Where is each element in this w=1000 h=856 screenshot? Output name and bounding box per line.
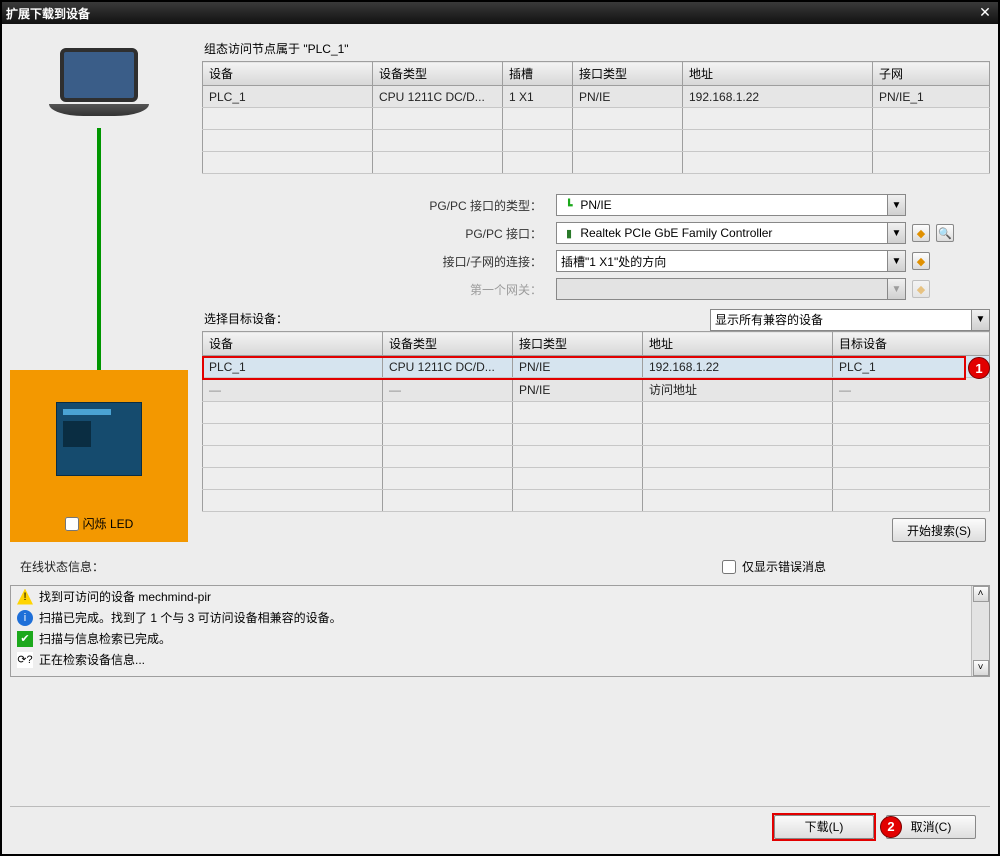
network-icon: ┗: [561, 197, 577, 213]
col-subnet[interactable]: 子网: [873, 62, 990, 86]
target-device-table: 设备 设备类型 接口类型 地址 目标设备 PLC_1 CPU 1211C DC/…: [202, 331, 990, 512]
table-row: [203, 152, 990, 174]
compat-filter-select[interactable]: 显示所有兼容的设备 ▼: [710, 309, 990, 331]
download-button[interactable]: 下载(L): [774, 815, 874, 839]
dialog-title: 扩展下载到设备: [6, 5, 90, 22]
warning-icon: !: [17, 589, 33, 605]
table-row: [203, 424, 990, 446]
info-icon: i: [17, 610, 33, 626]
chevron-down-icon: ▼: [971, 310, 989, 330]
flash-led-checkbox[interactable]: 闪烁 LED: [65, 515, 134, 532]
online-status-label: 在线状态信息：: [14, 548, 692, 579]
start-search-button[interactable]: 开始搜索(S): [892, 518, 986, 542]
table-row[interactable]: — — PN/IE 访问地址 —: [203, 378, 990, 402]
plc-icon: [56, 402, 142, 476]
check-icon: ✔: [17, 631, 33, 647]
col-device[interactable]: 设备: [203, 332, 383, 356]
col-slot[interactable]: 插槽: [503, 62, 573, 86]
flash-led-input[interactable]: [65, 517, 79, 531]
shield-icon: ◆: [912, 280, 930, 298]
scroll-up-icon[interactable]: ˄: [973, 586, 989, 602]
show-errors-only-checkbox[interactable]: 仅显示错误消息: [722, 558, 826, 575]
plc-panel: 闪烁 LED: [10, 370, 188, 542]
conn-label: 接口/子网的连接：: [202, 253, 542, 270]
table-row: [203, 490, 990, 512]
pgpc-iface-select[interactable]: ▮ Realtek PCIe GbE Family Controller ▼: [556, 222, 906, 244]
col-address[interactable]: 地址: [683, 62, 873, 86]
shield-icon[interactable]: ◆: [912, 252, 930, 270]
select-target-label: 选择目标设备：: [202, 308, 288, 331]
table-row[interactable]: PLC_1 CPU 1211C DC/D... PN/IE 192.168.1.…: [203, 356, 990, 378]
access-node-title: 组态访问节点属于 "PLC_1": [202, 38, 990, 61]
loading-icon: ⟳?: [17, 652, 33, 668]
col-device[interactable]: 设备: [203, 62, 373, 86]
pgpc-type-label: PG/PC 接口的类型：: [202, 197, 542, 214]
gateway-label: 第一个网关：: [202, 281, 542, 298]
laptop-icon: [49, 48, 149, 128]
conn-select[interactable]: 插槽"1 X1"处的方向 ▼: [556, 250, 906, 272]
list-item[interactable]: i扫描已完成。找到了 1 个与 3 可访问设备相兼容的设备。: [11, 607, 971, 628]
chevron-down-icon: ▼: [887, 279, 905, 299]
flash-led-label: 闪烁 LED: [83, 515, 134, 532]
table-row: [203, 130, 990, 152]
col-iface-type[interactable]: 接口类型: [513, 332, 643, 356]
col-device-type[interactable]: 设备类型: [373, 62, 503, 86]
table-row: [203, 402, 990, 424]
chevron-down-icon: ▼: [887, 195, 905, 215]
list-item[interactable]: ✔扫描与信息检索已完成。: [11, 628, 971, 649]
list-item[interactable]: !找到可访问的设备 mechmind-pir: [11, 586, 971, 607]
status-log-list: !找到可访问的设备 mechmind-pir i扫描已完成。找到了 1 个与 3…: [10, 585, 990, 677]
connection-line-icon: [97, 128, 101, 370]
left-graphic-column: 闪烁 LED: [10, 38, 188, 542]
col-device-type[interactable]: 设备类型: [383, 332, 513, 356]
table-row: [203, 446, 990, 468]
scrollbar[interactable]: ˄ ˅: [971, 586, 989, 676]
annotation-marker: 1: [968, 357, 990, 379]
access-node-table: 设备 设备类型 插槽 接口类型 地址 子网 PLC_1 CPU 1211C DC…: [202, 61, 990, 174]
annotation-marker: 2: [880, 816, 902, 838]
show-errors-only-input[interactable]: [722, 560, 736, 574]
search-iface-icon[interactable]: 🔍: [936, 224, 954, 242]
shield-icon[interactable]: ◆: [912, 224, 930, 242]
table-row: [203, 468, 990, 490]
titlebar: 扩展下载到设备 ✕: [2, 2, 998, 24]
pgpc-type-select[interactable]: ┗ PN/IE ▼: [556, 194, 906, 216]
nic-icon: ▮: [561, 225, 577, 241]
chevron-down-icon: ▼: [887, 223, 905, 243]
close-icon[interactable]: ✕: [976, 4, 994, 22]
table-row: [203, 108, 990, 130]
chevron-down-icon: ▼: [887, 251, 905, 271]
gateway-select: ▼: [556, 278, 906, 300]
col-iface-type[interactable]: 接口类型: [573, 62, 683, 86]
table-row[interactable]: PLC_1 CPU 1211C DC/D... 1 X1 PN/IE 192.1…: [203, 86, 990, 108]
download-dialog: 扩展下载到设备 ✕ 闪烁 LED 组态访问节点属于 "PLC_1": [0, 0, 1000, 856]
dialog-content: 闪烁 LED 组态访问节点属于 "PLC_1" 设备 设备类型 插槽 接口类型 …: [2, 24, 998, 854]
pgpc-iface-label: PG/PC 接口：: [202, 225, 542, 242]
col-target-dev[interactable]: 目标设备: [833, 332, 990, 356]
interface-settings: PG/PC 接口的类型： ┗ PN/IE ▼ PG/PC 接口：: [202, 194, 990, 300]
list-item[interactable]: ⟳?正在检索设备信息...: [11, 649, 971, 670]
scroll-down-icon[interactable]: ˅: [973, 660, 989, 676]
show-errors-only-label: 仅显示错误消息: [742, 558, 826, 575]
col-address[interactable]: 地址: [643, 332, 833, 356]
dialog-footer: 下载(L) 2 取消(C): [10, 806, 990, 846]
